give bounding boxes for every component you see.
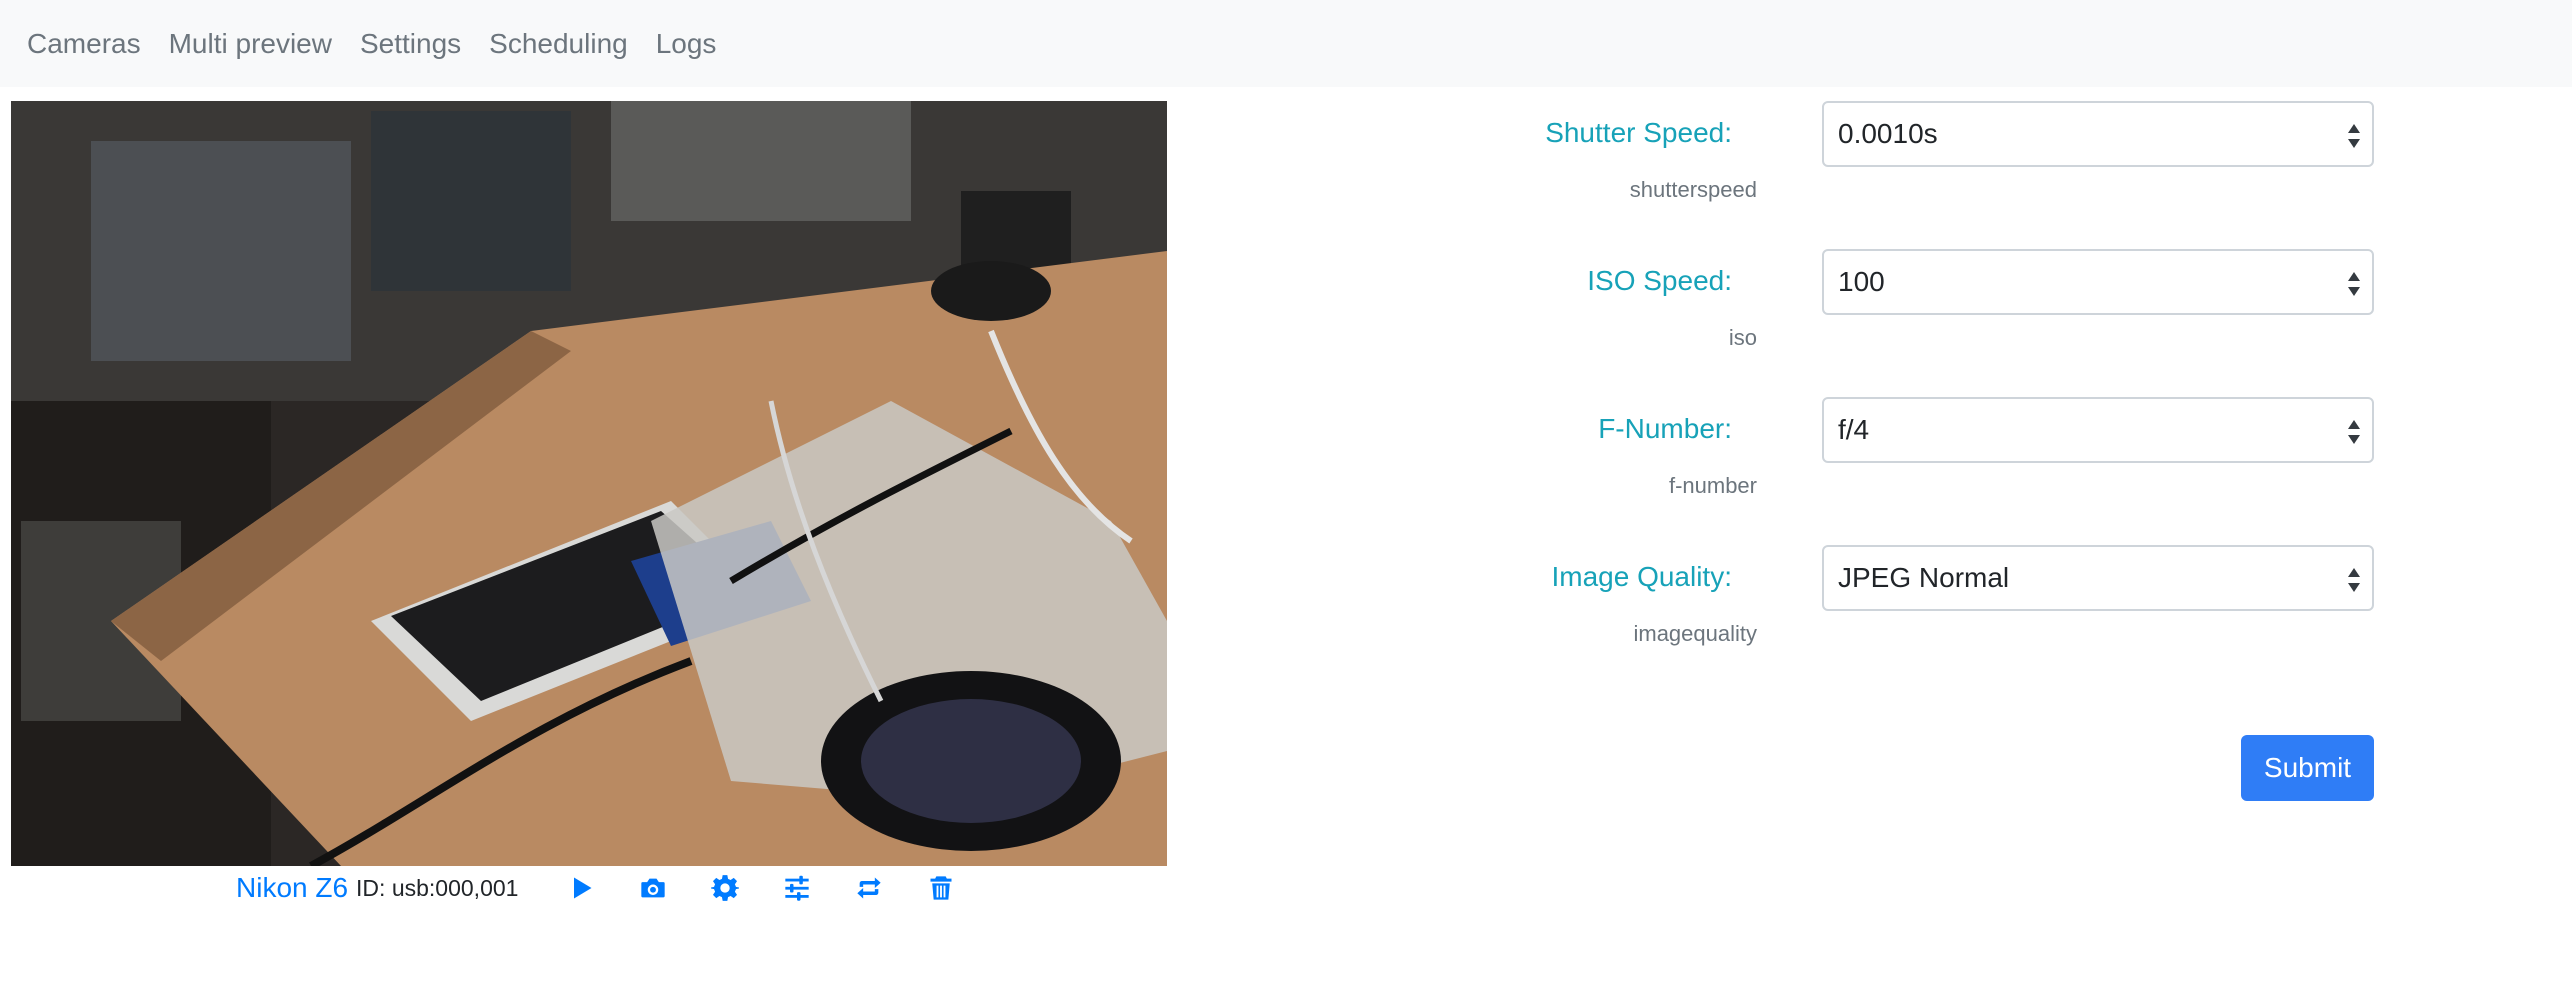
camera-info-bar: Nikon Z6 ID: usb:000,001 [236, 868, 976, 908]
play-icon[interactable] [564, 871, 598, 905]
select-arrows-icon [2348, 420, 2360, 444]
field-label: ISO Speed: [1587, 265, 1732, 296]
field-hint: imagequality [1633, 621, 1757, 646]
field-label: Shutter Speed: [1545, 117, 1732, 148]
select-arrows-icon [2348, 272, 2360, 296]
setting-row-iso: ISO Speed: iso 100 [1500, 249, 2500, 389]
trash-icon[interactable] [924, 871, 958, 905]
camera-preview-image [11, 101, 1167, 866]
nav-scheduling[interactable]: Scheduling [489, 28, 628, 60]
camera-actions [544, 871, 976, 905]
setting-row-f-number: F-Number: f-number f/4 [1500, 397, 2500, 537]
imagequality-select[interactable]: JPEG Normal [1822, 545, 2374, 611]
select-arrows-icon [2348, 124, 2360, 148]
nav-logs[interactable]: Logs [656, 28, 717, 60]
repeat-icon[interactable] [852, 871, 886, 905]
field-label: F-Number: [1598, 413, 1732, 444]
iso-select[interactable]: 100 [1822, 249, 2374, 315]
f-number-select[interactable]: f/4 [1822, 397, 2374, 463]
camera-id: ID: usb:000,001 [356, 874, 519, 901]
nav-cameras[interactable]: Cameras [27, 28, 141, 60]
submit-button[interactable]: Submit [2241, 735, 2374, 801]
field-hint: iso [1728, 325, 1757, 350]
nav-settings[interactable]: Settings [360, 28, 461, 60]
setting-row-shutterspeed: Shutter Speed: shutterspeed 0.0010s [1500, 101, 2500, 241]
select-value: 0.0010s [1838, 118, 1938, 149]
top-navbar: Cameras Multi preview Settings Schedulin… [0, 0, 2572, 87]
select-arrows-icon [2348, 568, 2360, 592]
select-value: 100 [1838, 266, 1885, 297]
setting-row-imagequality: Image Quality: imagequality JPEG Normal [1500, 545, 2500, 685]
field-label: Image Quality: [1551, 561, 1732, 592]
select-value: JPEG Normal [1838, 562, 2010, 593]
shutterspeed-select[interactable]: 0.0010s [1822, 101, 2374, 167]
field-hint: f-number [1668, 473, 1757, 498]
camera-icon[interactable] [636, 871, 670, 905]
select-value: f/4 [1838, 414, 1870, 445]
camera-name[interactable]: Nikon Z6 [236, 872, 348, 904]
gear-icon[interactable] [708, 871, 742, 905]
sliders-icon[interactable] [780, 871, 814, 905]
field-hint: shutterspeed [1629, 177, 1757, 202]
nav-multi-preview[interactable]: Multi preview [169, 28, 332, 60]
